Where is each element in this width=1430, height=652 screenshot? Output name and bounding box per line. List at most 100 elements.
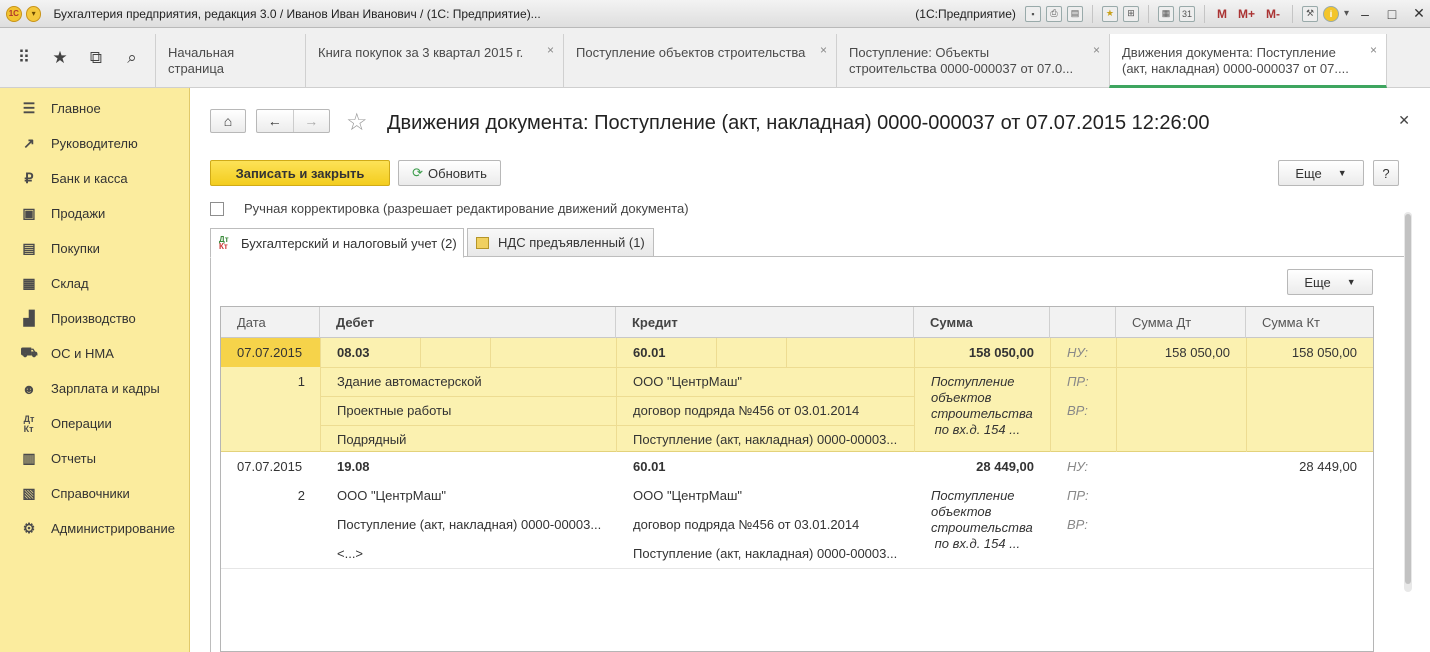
sidebar-item-operations[interactable]: Дт Кт Операции bbox=[0, 406, 189, 441]
minimize-button[interactable]: – bbox=[1354, 6, 1376, 22]
scrollbar-thumb[interactable] bbox=[1405, 214, 1411, 584]
table-header: Дата Дебет Кредит Сумма Сумма Дт Сумма К… bbox=[221, 307, 1373, 338]
sidebar-item-sales[interactable]: ▣ Продажи bbox=[0, 196, 189, 231]
sidebar-item-main[interactable]: ☰ Главное bbox=[0, 91, 189, 126]
people-icon: ☻ bbox=[21, 380, 37, 397]
dt-kt-icon: Дт Кт bbox=[219, 235, 229, 251]
tab-accounting[interactable]: Дт Кт Бухгалтерский и налоговый учет (2) bbox=[210, 228, 464, 258]
more-label: Еще bbox=[1304, 274, 1331, 290]
close-form-icon[interactable]: ✕ bbox=[1398, 112, 1410, 129]
factory-icon: ▟ bbox=[23, 310, 35, 326]
debit-subconto: <...> bbox=[337, 546, 364, 561]
maximize-button[interactable]: □ bbox=[1381, 6, 1403, 22]
tab-vat[interactable]: НДС предъявленный (1) bbox=[467, 228, 654, 257]
tab-label: Начальная страница bbox=[168, 45, 235, 76]
more-button[interactable]: Еще ▼ bbox=[1278, 160, 1364, 186]
mem-plus-button[interactable]: M+ bbox=[1238, 7, 1255, 21]
content-line: по вх.д. 154 ... bbox=[931, 422, 1021, 437]
col-sum[interactable]: Сумма bbox=[914, 307, 1050, 338]
sidebar-item-catalogs[interactable]: ▧ Справочники bbox=[0, 476, 189, 511]
tab-label: Поступление объектов строительства bbox=[576, 45, 806, 60]
tab-home[interactable]: Начальная страница bbox=[155, 34, 305, 88]
manual-correction-checkbox[interactable] bbox=[210, 202, 224, 216]
tab-document-movements[interactable]: Движения документа: Поступление (акт, на… bbox=[1109, 34, 1387, 88]
save-and-close-button[interactable]: Записать и закрыть bbox=[210, 160, 390, 186]
sidebar-item-bank[interactable]: ₽ Банк и касса bbox=[0, 161, 189, 196]
col-tax[interactable] bbox=[1050, 307, 1116, 338]
tab-construction-receipts[interactable]: Поступление объектов строительства × bbox=[563, 34, 836, 88]
calendar-icon[interactable]: 31 bbox=[1178, 5, 1195, 22]
table-row[interactable]: 07.07.2015 1 08.03 Здание автомастерской… bbox=[221, 338, 1373, 452]
close-icon[interactable]: × bbox=[820, 42, 827, 58]
tax-label: НУ: bbox=[1067, 459, 1089, 474]
links-icon[interactable]: ⊞ bbox=[1122, 5, 1139, 22]
sidebar-item-reports[interactable]: ▥ Отчеты bbox=[0, 441, 189, 476]
table-more-button[interactable]: Еще ▼ bbox=[1287, 269, 1373, 295]
close-icon[interactable]: × bbox=[1093, 42, 1100, 58]
window-title: Бухгалтерия предприятия, редакция 3.0 / … bbox=[53, 6, 541, 21]
sidebar-item-label: Склад bbox=[51, 276, 89, 291]
favorites-star-icon[interactable]: ★ bbox=[42, 40, 78, 76]
debit-subconto: Проектные работы bbox=[337, 403, 452, 418]
mem-button[interactable]: M bbox=[1217, 7, 1227, 21]
tax-label: НУ: bbox=[1067, 345, 1089, 360]
forward-arrow-icon[interactable]: → bbox=[292, 110, 330, 132]
content-line: объектов bbox=[931, 504, 992, 519]
sidebar-item-purchases[interactable]: ▤ Покупки bbox=[0, 231, 189, 266]
sidebar-item-admin[interactable]: ⚙ Администрирование bbox=[0, 511, 189, 546]
apps-grid-icon[interactable]: ⠿ bbox=[6, 40, 42, 76]
sidebar-item-warehouse[interactable]: ▦ Склад bbox=[0, 266, 189, 301]
row-number: 1 bbox=[297, 374, 305, 389]
debit-subconto: Поступление (акт, накладная) 0000-00003.… bbox=[337, 517, 602, 532]
tab-purchase-book[interactable]: Книга покупок за 3 квартал 2015 г. × bbox=[305, 34, 563, 88]
close-window-button[interactable]: ✕ bbox=[1408, 5, 1430, 22]
credit-subconto: Поступление (акт, накладная) 0000-00003.… bbox=[633, 546, 898, 561]
sum-kt-value: 158 050,00 bbox=[1291, 345, 1357, 360]
tab-label-line1: Движения документа: Поступление bbox=[1122, 45, 1336, 60]
warehouse-icon: ▦ bbox=[22, 275, 36, 291]
sidebar-item-production[interactable]: ▟ Производство bbox=[0, 301, 189, 336]
col-sum-kt[interactable]: Сумма Кт bbox=[1246, 307, 1373, 338]
back-arrow-icon[interactable]: ← bbox=[257, 110, 293, 132]
sidebar-item-label: Руководителю bbox=[51, 136, 138, 151]
refresh-button[interactable]: ⟳ Обновить bbox=[398, 160, 501, 186]
sidebar-item-label: Производство bbox=[51, 311, 136, 326]
preview-icon[interactable]: ▤ bbox=[1066, 5, 1083, 22]
help-button[interactable]: ? bbox=[1373, 160, 1399, 186]
history-icon[interactable]: ⧉ bbox=[78, 40, 114, 76]
tab-label-line1: Поступление: Объекты bbox=[849, 45, 990, 60]
col-date[interactable]: Дата bbox=[221, 307, 320, 338]
sidebar-item-fixed-assets[interactable]: ⛟ ОС и НМА bbox=[0, 336, 189, 371]
table-row[interactable]: 07.07.2015 2 19.08 ООО "ЦентрМаш" Поступ… bbox=[221, 452, 1373, 569]
favorite-star-icon[interactable]: ☆ bbox=[346, 108, 368, 137]
debit-subconto: ООО "ЦентрМаш" bbox=[337, 488, 447, 503]
tab-construction-doc[interactable]: Поступление: Объекты строительства 0000-… bbox=[836, 34, 1109, 88]
search-icon[interactable]: ⌕ bbox=[114, 40, 150, 76]
save-icon[interactable]: ▪ bbox=[1024, 5, 1041, 22]
calculator-icon[interactable]: ▦ bbox=[1157, 5, 1174, 22]
sidebar-item-salary[interactable]: ☻ Зарплата и кадры bbox=[0, 371, 189, 406]
credit-account: 60.01 bbox=[633, 459, 666, 474]
home-button[interactable]: ⌂ bbox=[210, 109, 246, 133]
sidebar-item-label: Зарплата и кадры bbox=[51, 381, 160, 396]
mem-minus-button[interactable]: M- bbox=[1266, 7, 1280, 21]
close-icon[interactable]: × bbox=[547, 42, 554, 58]
col-sum-dt[interactable]: Сумма Дт bbox=[1116, 307, 1246, 338]
gear-icon: ⚙ bbox=[22, 520, 36, 536]
row-number: 2 bbox=[297, 488, 305, 503]
favorites-icon[interactable]: ★ bbox=[1101, 5, 1118, 22]
main-menu-button[interactable]: ▾ bbox=[25, 5, 42, 22]
info-icon[interactable]: i bbox=[1322, 5, 1339, 22]
close-icon[interactable]: × bbox=[1370, 42, 1377, 58]
manual-correction-label: Ручная корректировка (разрешает редактир… bbox=[244, 201, 689, 216]
col-debit[interactable]: Дебет bbox=[320, 307, 616, 338]
sidebar-item-manager[interactable]: ↗ Руководителю bbox=[0, 126, 189, 161]
tab-bar: ⠿ ★ ⧉ ⌕ Начальная страница Книга покупок… bbox=[0, 28, 1430, 88]
dt-kt-icon: Дт Кт bbox=[23, 413, 35, 434]
bar-chart-icon: ▥ bbox=[22, 450, 36, 466]
col-credit[interactable]: Кредит bbox=[616, 307, 914, 338]
wrench-icon[interactable]: ⚒ bbox=[1301, 5, 1318, 22]
tax-label: ВР: bbox=[1067, 403, 1088, 418]
print-icon[interactable]: ⎙ bbox=[1045, 5, 1062, 22]
sum-dt-value: 158 050,00 bbox=[1164, 345, 1230, 360]
